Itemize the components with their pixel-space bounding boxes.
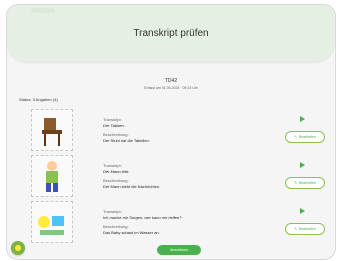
play-icon[interactable]: [300, 162, 305, 168]
description-text: Der Stuhl hat die Tabellen.: [103, 138, 150, 143]
play-icon[interactable]: [300, 208, 305, 214]
edit-button[interactable]: ✎ Bearbeiten: [285, 177, 325, 189]
transcript-row: Transkript: Der Tabben. Beschreibung: De…: [21, 109, 325, 153]
profile-fab-icon[interactable]: [11, 241, 25, 255]
transcript-info: Transkript: Ich mache mir Sorgen, wer ka…: [103, 209, 263, 236]
transcript-info: Transkript: Der Tabben. Beschreibung: De…: [103, 117, 263, 144]
document-title: TD42: [164, 78, 178, 84]
edit-button[interactable]: ✎ Bearbeiten: [285, 131, 325, 143]
edit-label: Bearbeiten: [298, 135, 316, 139]
page-title: Transkript prüfen: [133, 28, 209, 39]
submit-button[interactable]: Abschicken: [157, 245, 201, 255]
edit-label: Bearbeiten: [298, 227, 316, 231]
device-frame: Transkript prüfen TD42 Erfasst am 01.06.…: [6, 4, 336, 260]
baby-image: [31, 201, 73, 243]
header: Transkript prüfen: [7, 5, 335, 62]
header-notch: [31, 8, 55, 13]
transcript-list: Transkript: Der Tabben. Beschreibung: De…: [21, 109, 325, 247]
play-icon[interactable]: [300, 116, 305, 122]
status-label: Status: 3 Angaben (4): [19, 97, 58, 102]
pencil-icon: ✎: [294, 181, 297, 185]
man-image: [31, 155, 73, 197]
man-illustration: [46, 161, 58, 192]
transcript-row: Transkript: Der Mann lebt. Beschreibung:…: [21, 155, 325, 199]
transcript-info: Transkript: Der Mann lebt. Beschreibung:…: [103, 163, 263, 190]
edit-label: Bearbeiten: [298, 181, 316, 185]
transcript-row: Transkript: Ich mache mir Sorgen, wer ka…: [21, 201, 325, 245]
document-title-area: TD42 Erfasst am 01.06.2024 · 09:24 Uhr: [7, 78, 335, 90]
document-subtitle: Erfasst am 01.06.2024 · 09:24 Uhr: [144, 86, 198, 90]
edit-button[interactable]: ✎ Bearbeiten: [285, 223, 325, 235]
description-text: Das Baby schaut im Wasser an.: [103, 230, 160, 235]
chair-image: [31, 109, 73, 151]
pencil-icon: ✎: [294, 135, 297, 139]
pencil-icon: ✎: [294, 227, 297, 231]
baby-illustration: [38, 216, 64, 235]
description-text: Der Mann sieht die Nachrichten.: [103, 184, 161, 189]
chair-illustration: [42, 118, 62, 146]
